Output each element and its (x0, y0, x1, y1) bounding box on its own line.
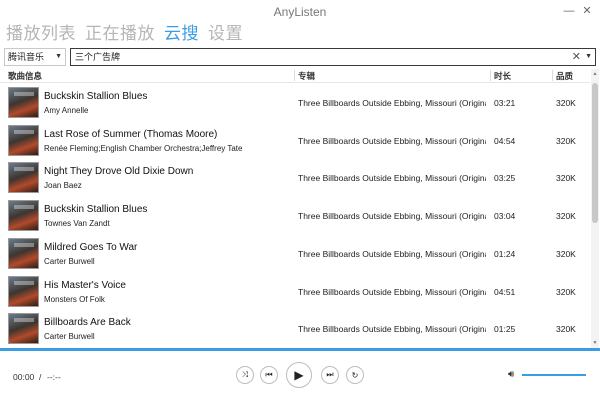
shuffle-icon[interactable]: ⤨ (236, 366, 254, 384)
column-divider[interactable] (294, 70, 295, 81)
song-artist: Carter Burwell (44, 332, 95, 342)
table-row[interactable]: His Master's Voice Monsters Of Folk Thre… (0, 273, 590, 311)
song-album: Three Billboards Outside Ebbing, Missour… (298, 211, 486, 222)
table-header: 歌曲信息 专辑 时长 品质 (0, 69, 590, 83)
song-duration: 04:54 (494, 135, 516, 146)
song-duration: 03:04 (494, 211, 516, 222)
volume-slider[interactable] (522, 374, 586, 376)
play-icon[interactable]: ▶ (286, 362, 312, 388)
song-artist: Joan Baez (44, 181, 82, 191)
total-time: --:-- (47, 372, 61, 382)
song-album: Three Billboards Outside Ebbing, Missour… (298, 248, 486, 259)
column-quality[interactable]: 品质 (556, 70, 573, 82)
song-title: His Master's Voice (44, 279, 126, 291)
search-bar: 腾讯音乐 ▼ 三个广告牌 ✕ ▼ (4, 48, 596, 66)
song-artist: Renée Fleming;English Chamber Orchestra;… (44, 143, 243, 153)
app-title: AnyListen (273, 5, 327, 19)
close-icon[interactable]: ✕ (580, 4, 594, 18)
time-separator: / (39, 372, 42, 382)
song-title: Mildred Goes To War (44, 241, 138, 253)
song-artist: Amy Annelle (44, 106, 89, 115)
tab-playlist[interactable]: 播放列表 (6, 22, 76, 46)
song-album: Three Billboards Outside Ebbing, Missour… (298, 173, 486, 184)
column-album[interactable]: 专辑 (298, 70, 315, 82)
song-artist: Townes Van Zandt (44, 219, 110, 229)
search-history-dropdown-icon[interactable]: ▼ (585, 49, 592, 65)
song-artist: Monsters Of Folk (44, 294, 105, 304)
list-scrollbar[interactable]: ▲ ▼ (591, 69, 599, 348)
song-artist: Carter Burwell (44, 256, 95, 266)
table-row[interactable]: Buckskin Stallion Blues Townes Van Zandt… (0, 197, 590, 235)
album-art (8, 275, 39, 307)
table-row[interactable]: Billboards Are Back Carter Burwell Three… (0, 310, 590, 346)
song-list: Buckskin Stallion Blues Amy Annelle Thre… (0, 84, 590, 346)
song-quality: 320K (556, 211, 576, 222)
song-title: Buckskin Stallion Blues (44, 91, 148, 102)
song-quality: 320K (556, 173, 576, 184)
song-duration: 01:24 (494, 248, 516, 259)
table-row[interactable]: Night They Drove Old Dixie Down Joan Bae… (0, 159, 590, 197)
current-time: 00:00 (13, 372, 35, 382)
song-quality: 320K (556, 286, 576, 297)
scroll-down-icon[interactable]: ▼ (591, 340, 599, 346)
main-tabs: 播放列表 正在播放 云搜 设置 (6, 22, 243, 46)
previous-icon[interactable]: ⏮ (260, 366, 278, 384)
column-divider[interactable] (552, 70, 553, 81)
search-input[interactable]: 三个广告牌 ✕ ▼ (70, 48, 596, 66)
table-row[interactable]: Buckskin Stallion Blues Amy Annelle Thre… (0, 84, 590, 122)
album-art (8, 200, 39, 232)
tab-now-playing[interactable]: 正在播放 (85, 22, 155, 46)
column-duration[interactable]: 时长 (494, 70, 511, 82)
album-art (8, 237, 39, 269)
song-duration: 01:25 (494, 324, 516, 335)
song-title: Billboards Are Back (44, 317, 131, 329)
tab-settings[interactable]: 设置 (208, 22, 243, 46)
player-bar: 00:00 / --:-- ⤨ ⏮ ▶ ⏭ ↻ 🔊︎ (0, 351, 600, 395)
song-quality: 320K (556, 324, 576, 335)
song-duration: 03:21 (494, 98, 516, 108)
song-duration: 04:51 (494, 286, 516, 297)
song-quality: 320K (556, 135, 576, 146)
song-title: Night They Drove Old Dixie Down (44, 166, 194, 178)
table-row[interactable]: Last Rose of Summer (Thomas Moore) Renée… (0, 122, 590, 160)
next-icon[interactable]: ⏭ (321, 366, 339, 384)
album-art (8, 124, 39, 156)
source-select-value: 腾讯音乐 (8, 52, 45, 62)
scroll-thumb[interactable] (592, 83, 598, 223)
song-duration: 03:25 (494, 173, 516, 184)
minimize-icon[interactable]: — (562, 4, 576, 18)
search-query: 三个广告牌 (75, 52, 121, 62)
column-song-info[interactable]: 歌曲信息 (8, 70, 42, 82)
table-row[interactable]: Mildred Goes To War Carter Burwell Three… (0, 235, 590, 273)
album-art (8, 162, 39, 194)
song-album: Three Billboards Outside Ebbing, Missour… (298, 286, 486, 297)
song-quality: 320K (556, 98, 576, 108)
song-title: Buckskin Stallion Blues (44, 204, 148, 216)
clear-icon[interactable]: ✕ (572, 49, 581, 65)
song-album: Three Billboards Outside Ebbing, Missour… (298, 324, 486, 335)
song-quality: 320K (556, 248, 576, 259)
album-art (8, 87, 39, 118)
title-bar: AnyListen — ✕ (0, 0, 600, 24)
column-divider[interactable] (490, 70, 491, 81)
repeat-icon[interactable]: ↻ (346, 366, 364, 384)
tab-cloud-search[interactable]: 云搜 (164, 22, 199, 46)
scroll-up-icon[interactable]: ▲ (591, 71, 599, 77)
song-album: Three Billboards Outside Ebbing, Missour… (298, 98, 486, 108)
song-album: Three Billboards Outside Ebbing, Missour… (298, 135, 486, 146)
source-select[interactable]: 腾讯音乐 ▼ (4, 48, 66, 66)
chevron-down-icon: ▼ (55, 53, 62, 60)
volume-icon[interactable]: 🔊︎ (508, 369, 514, 380)
song-title: Last Rose of Summer (Thomas Moore) (44, 128, 218, 140)
album-art (8, 313, 39, 345)
